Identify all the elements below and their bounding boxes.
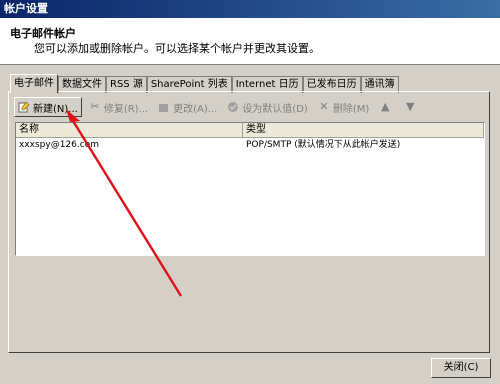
tab-email[interactable]: 电子邮件: [10, 74, 58, 93]
set-default-button[interactable]: 设为默认值(D): [224, 98, 311, 116]
change-button-label: 更改(A)...: [173, 103, 218, 115]
account-type: POP/SMTP (默认情况下从此帐户发送): [246, 140, 401, 150]
tab-strip: 电子邮件 数据文件 RSS 源 SharePoint 列表 Internet 日…: [10, 74, 399, 93]
new-icon: [18, 101, 30, 113]
list-header: 名称 类型: [16, 123, 484, 138]
remove-button-label: 删除(M): [332, 103, 370, 115]
window-title: 帐户设置: [0, 0, 500, 18]
header-panel: 电子邮件帐户 您可以添加或删除帐户。可以选择某个帐户并更改其设置。: [0, 18, 500, 65]
account-list[interactable]: 名称 类型 xxxspy@126.com POP/SMTP (默认情况下从此帐户…: [15, 122, 485, 256]
column-header-name[interactable]: 名称: [16, 123, 243, 137]
move-down-button[interactable]: ▼: [401, 98, 422, 116]
new-button[interactable]: 新建(N)...: [14, 97, 82, 117]
account-name: xxxspy@126.com: [19, 140, 99, 150]
repair-button-label: 修复(R)...: [103, 103, 149, 115]
new-button-label: 新建(N)...: [33, 103, 78, 115]
set-default-button-label: 设为默认值(D): [242, 103, 308, 115]
delete-icon: ✕: [319, 100, 329, 113]
account-toolbar: 新建(N)... ✂ 修复(R)... 更改(A)... 设为默认值(D) ✕ …: [14, 97, 426, 117]
column-header-type[interactable]: 类型: [243, 123, 484, 137]
check-circle-icon: [227, 101, 239, 113]
close-button[interactable]: 关闭(C): [431, 358, 491, 378]
arrow-down-icon: ▼: [406, 100, 415, 113]
header-title: 电子邮件帐户: [10, 27, 76, 40]
arrow-up-icon: ▲: [381, 100, 390, 113]
remove-button[interactable]: ✕ 删除(M): [315, 98, 372, 116]
move-up-button[interactable]: ▲: [376, 98, 397, 116]
repair-icon: ✂: [90, 100, 100, 113]
change-button[interactable]: 更改(A)...: [155, 98, 220, 116]
change-icon: [158, 101, 170, 113]
repair-button[interactable]: ✂ 修复(R)...: [86, 98, 151, 116]
header-description: 您可以添加或删除帐户。可以选择某个帐户并更改其设置。: [34, 42, 320, 55]
list-item[interactable]: xxxspy@126.com POP/SMTP (默认情况下从此帐户发送): [16, 138, 484, 152]
